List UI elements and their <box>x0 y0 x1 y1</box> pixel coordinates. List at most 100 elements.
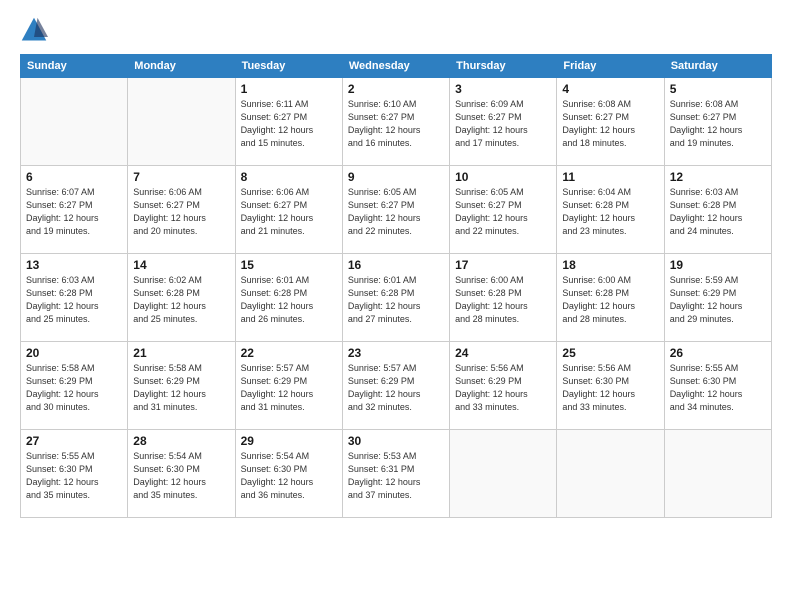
day-number: 13 <box>26 258 122 272</box>
calendar-cell: 20 Sunrise: 5:58 AM Sunset: 6:29 PM Dayli… <box>21 342 128 430</box>
cell-info: Sunrise: 6:09 AM Sunset: 6:27 PM Dayligh… <box>455 98 551 150</box>
calendar-cell: 2 Sunrise: 6:10 AM Sunset: 6:27 PM Daylig… <box>342 78 449 166</box>
calendar-week-row: 6 Sunrise: 6:07 AM Sunset: 6:27 PM Daylig… <box>21 166 772 254</box>
calendar-cell: 13 Sunrise: 6:03 AM Sunset: 6:28 PM Dayli… <box>21 254 128 342</box>
calendar-cell: 15Sunrise: 6:01 AM Sunset: 6:28 PM Dayli… <box>235 254 342 342</box>
calendar-col-header: Tuesday <box>235 55 342 78</box>
cell-info: Sunrise: 5:54 AM Sunset: 6:30 PM Dayligh… <box>241 450 337 502</box>
cell-info: Sunrise: 6:10 AM Sunset: 6:27 PM Dayligh… <box>348 98 444 150</box>
cell-info: Sunrise: 5:53 AM Sunset: 6:31 PM Dayligh… <box>348 450 444 502</box>
calendar-col-header: Saturday <box>664 55 771 78</box>
calendar-cell: 5 Sunrise: 6:08 AM Sunset: 6:27 PM Daylig… <box>664 78 771 166</box>
calendar-col-header: Wednesday <box>342 55 449 78</box>
calendar-cell: 27Sunrise: 5:55 AM Sunset: 6:30 PM Dayli… <box>21 430 128 518</box>
day-number: 9 <box>348 170 444 184</box>
day-number: 14 <box>133 258 229 272</box>
day-number: 28 <box>133 434 229 448</box>
calendar-cell: 29 Sunrise: 5:54 AM Sunset: 6:30 PM Dayli… <box>235 430 342 518</box>
cell-info: Sunrise: 6:05 AM Sunset: 6:27 PM Dayligh… <box>455 186 551 238</box>
day-number: 4 <box>562 82 658 96</box>
cell-info: Sunrise: 6:04 AM Sunset: 6:28 PM Dayligh… <box>562 186 658 238</box>
cell-info: Sunrise: 6:07 AM Sunset: 6:27 PM Dayligh… <box>26 186 122 238</box>
calendar-cell: 19 Sunrise: 5:59 AM Sunset: 6:29 PM Dayli… <box>664 254 771 342</box>
day-number: 5 <box>670 82 766 96</box>
day-number: 12 <box>670 170 766 184</box>
calendar-col-header: Friday <box>557 55 664 78</box>
day-number: 3 <box>455 82 551 96</box>
day-number: 7 <box>133 170 229 184</box>
logo <box>20 16 52 44</box>
cell-info: Sunrise: 5:58 AM Sunset: 6:29 PM Dayligh… <box>26 362 122 414</box>
calendar-cell: 9 Sunrise: 6:05 AM Sunset: 6:27 PM Daylig… <box>342 166 449 254</box>
calendar-cell: 17 Sunrise: 6:00 AM Sunset: 6:28 PM Dayli… <box>450 254 557 342</box>
calendar-cell: 24 Sunrise: 5:56 AM Sunset: 6:29 PM Dayli… <box>450 342 557 430</box>
calendar-cell: 11 Sunrise: 6:04 AM Sunset: 6:28 PM Dayli… <box>557 166 664 254</box>
cell-info: Sunrise: 6:00 AM Sunset: 6:28 PM Dayligh… <box>562 274 658 326</box>
calendar-cell: 28 Sunrise: 5:54 AM Sunset: 6:30 PM Dayli… <box>128 430 235 518</box>
calendar-cell: 30 Sunrise: 5:53 AM Sunset: 6:31 PM Dayli… <box>342 430 449 518</box>
calendar-cell: 25 Sunrise: 5:56 AM Sunset: 6:30 PM Dayli… <box>557 342 664 430</box>
cell-info: Sunrise: 5:57 AM Sunset: 6:29 PM Dayligh… <box>241 362 337 414</box>
day-number: 10 <box>455 170 551 184</box>
day-number: 20 <box>26 346 122 360</box>
calendar-cell: 6 Sunrise: 6:07 AM Sunset: 6:27 PM Daylig… <box>21 166 128 254</box>
calendar-cell <box>21 78 128 166</box>
calendar-cell: 7 Sunrise: 6:06 AM Sunset: 6:27 PM Daylig… <box>128 166 235 254</box>
cell-info: Sunrise: 5:54 AM Sunset: 6:30 PM Dayligh… <box>133 450 229 502</box>
day-number: 23 <box>348 346 444 360</box>
cell-info: Sunrise: 6:08 AM Sunset: 6:27 PM Dayligh… <box>670 98 766 150</box>
cell-info: Sunrise: 6:02 AM Sunset: 6:28 PM Dayligh… <box>133 274 229 326</box>
calendar-cell: 1 Sunrise: 6:11 AM Sunset: 6:27 PM Daylig… <box>235 78 342 166</box>
day-number: 29 <box>241 434 337 448</box>
cell-info: Sunrise: 6:06 AM Sunset: 6:27 PM Dayligh… <box>133 186 229 238</box>
cell-info: Sunrise: 5:57 AM Sunset: 6:29 PM Dayligh… <box>348 362 444 414</box>
calendar-week-row: 27Sunrise: 5:55 AM Sunset: 6:30 PM Dayli… <box>21 430 772 518</box>
day-number: 1 <box>241 82 337 96</box>
day-number: 8 <box>241 170 337 184</box>
cell-info: Sunrise: 6:01 AM Sunset: 6:28 PM Dayligh… <box>241 274 337 326</box>
calendar-cell: 8 Sunrise: 6:06 AM Sunset: 6:27 PM Daylig… <box>235 166 342 254</box>
cell-info: Sunrise: 6:05 AM Sunset: 6:27 PM Dayligh… <box>348 186 444 238</box>
cell-info: Sunrise: 6:06 AM Sunset: 6:27 PM Dayligh… <box>241 186 337 238</box>
day-number: 27 <box>26 434 122 448</box>
calendar-cell: 23 Sunrise: 5:57 AM Sunset: 6:29 PM Dayli… <box>342 342 449 430</box>
calendar-table: SundayMondayTuesdayWednesdayThursdayFrid… <box>20 54 772 518</box>
calendar-cell <box>557 430 664 518</box>
day-number: 25 <box>562 346 658 360</box>
cell-info: Sunrise: 6:01 AM Sunset: 6:28 PM Dayligh… <box>348 274 444 326</box>
cell-info: Sunrise: 5:58 AM Sunset: 6:29 PM Dayligh… <box>133 362 229 414</box>
day-number: 22 <box>241 346 337 360</box>
cell-info: Sunrise: 6:03 AM Sunset: 6:28 PM Dayligh… <box>26 274 122 326</box>
day-number: 16 <box>348 258 444 272</box>
calendar-week-row: 13 Sunrise: 6:03 AM Sunset: 6:28 PM Dayli… <box>21 254 772 342</box>
page-header <box>20 16 772 44</box>
calendar-header-row: SundayMondayTuesdayWednesdayThursdayFrid… <box>21 55 772 78</box>
cell-info: Sunrise: 5:56 AM Sunset: 6:30 PM Dayligh… <box>562 362 658 414</box>
calendar-cell: 4Sunrise: 6:08 AM Sunset: 6:27 PM Daylig… <box>557 78 664 166</box>
day-number: 6 <box>26 170 122 184</box>
calendar-col-header: Thursday <box>450 55 557 78</box>
cell-info: Sunrise: 5:56 AM Sunset: 6:29 PM Dayligh… <box>455 362 551 414</box>
calendar-cell: 10 Sunrise: 6:05 AM Sunset: 6:27 PM Dayli… <box>450 166 557 254</box>
calendar-cell: 16 Sunrise: 6:01 AM Sunset: 6:28 PM Dayli… <box>342 254 449 342</box>
cell-info: Sunrise: 6:11 AM Sunset: 6:27 PM Dayligh… <box>241 98 337 150</box>
cell-info: Sunrise: 5:59 AM Sunset: 6:29 PM Dayligh… <box>670 274 766 326</box>
calendar-cell: 12Sunrise: 6:03 AM Sunset: 6:28 PM Dayli… <box>664 166 771 254</box>
day-number: 11 <box>562 170 658 184</box>
cell-info: Sunrise: 6:00 AM Sunset: 6:28 PM Dayligh… <box>455 274 551 326</box>
calendar-cell: 21 Sunrise: 5:58 AM Sunset: 6:29 PM Dayli… <box>128 342 235 430</box>
calendar-cell: 14 Sunrise: 6:02 AM Sunset: 6:28 PM Dayli… <box>128 254 235 342</box>
calendar-cell: 18Sunrise: 6:00 AM Sunset: 6:28 PM Dayli… <box>557 254 664 342</box>
calendar-cell <box>450 430 557 518</box>
day-number: 24 <box>455 346 551 360</box>
calendar-week-row: 20 Sunrise: 5:58 AM Sunset: 6:29 PM Dayli… <box>21 342 772 430</box>
day-number: 19 <box>670 258 766 272</box>
day-number: 21 <box>133 346 229 360</box>
day-number: 17 <box>455 258 551 272</box>
cell-info: Sunrise: 5:55 AM Sunset: 6:30 PM Dayligh… <box>670 362 766 414</box>
day-number: 30 <box>348 434 444 448</box>
day-number: 2 <box>348 82 444 96</box>
calendar-cell: 26Sunrise: 5:55 AM Sunset: 6:30 PM Dayli… <box>664 342 771 430</box>
calendar-col-header: Sunday <box>21 55 128 78</box>
calendar-col-header: Monday <box>128 55 235 78</box>
